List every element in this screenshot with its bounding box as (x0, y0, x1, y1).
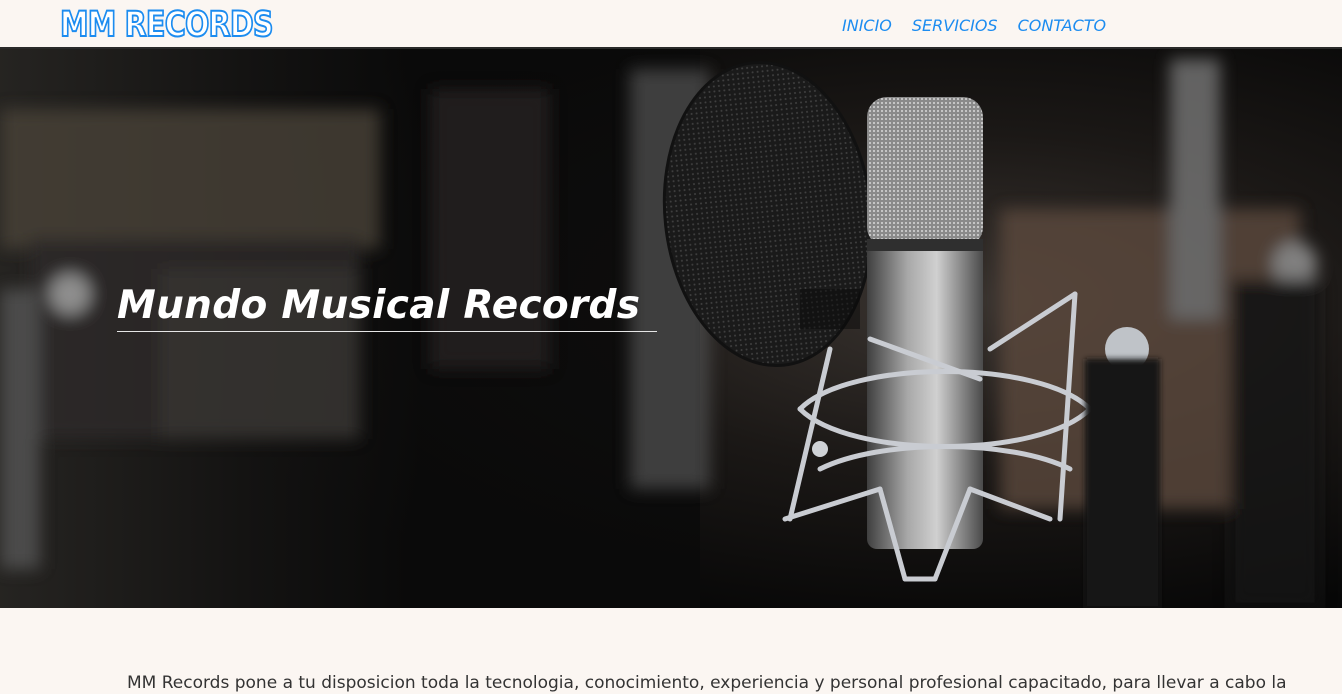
site-header: MM RECORDS INICIO SERVICIOS CONTACTO (0, 0, 1342, 49)
hero-title: Mundo Musical Records (117, 283, 657, 333)
intro-paragraph: MM Records pone a tu disposicion toda la… (127, 673, 1287, 693)
site-logo[interactable]: MM RECORDS (59, 4, 274, 46)
main-nav: INICIO SERVICIOS CONTACTO (842, 15, 1106, 37)
hero-banner: Mundo Musical Records (0, 49, 1342, 608)
nav-link-inicio[interactable]: INICIO (842, 15, 892, 37)
nav-link-servicios[interactable]: SERVICIOS (912, 15, 998, 37)
nav-link-contacto[interactable]: CONTACTO (1018, 15, 1107, 37)
